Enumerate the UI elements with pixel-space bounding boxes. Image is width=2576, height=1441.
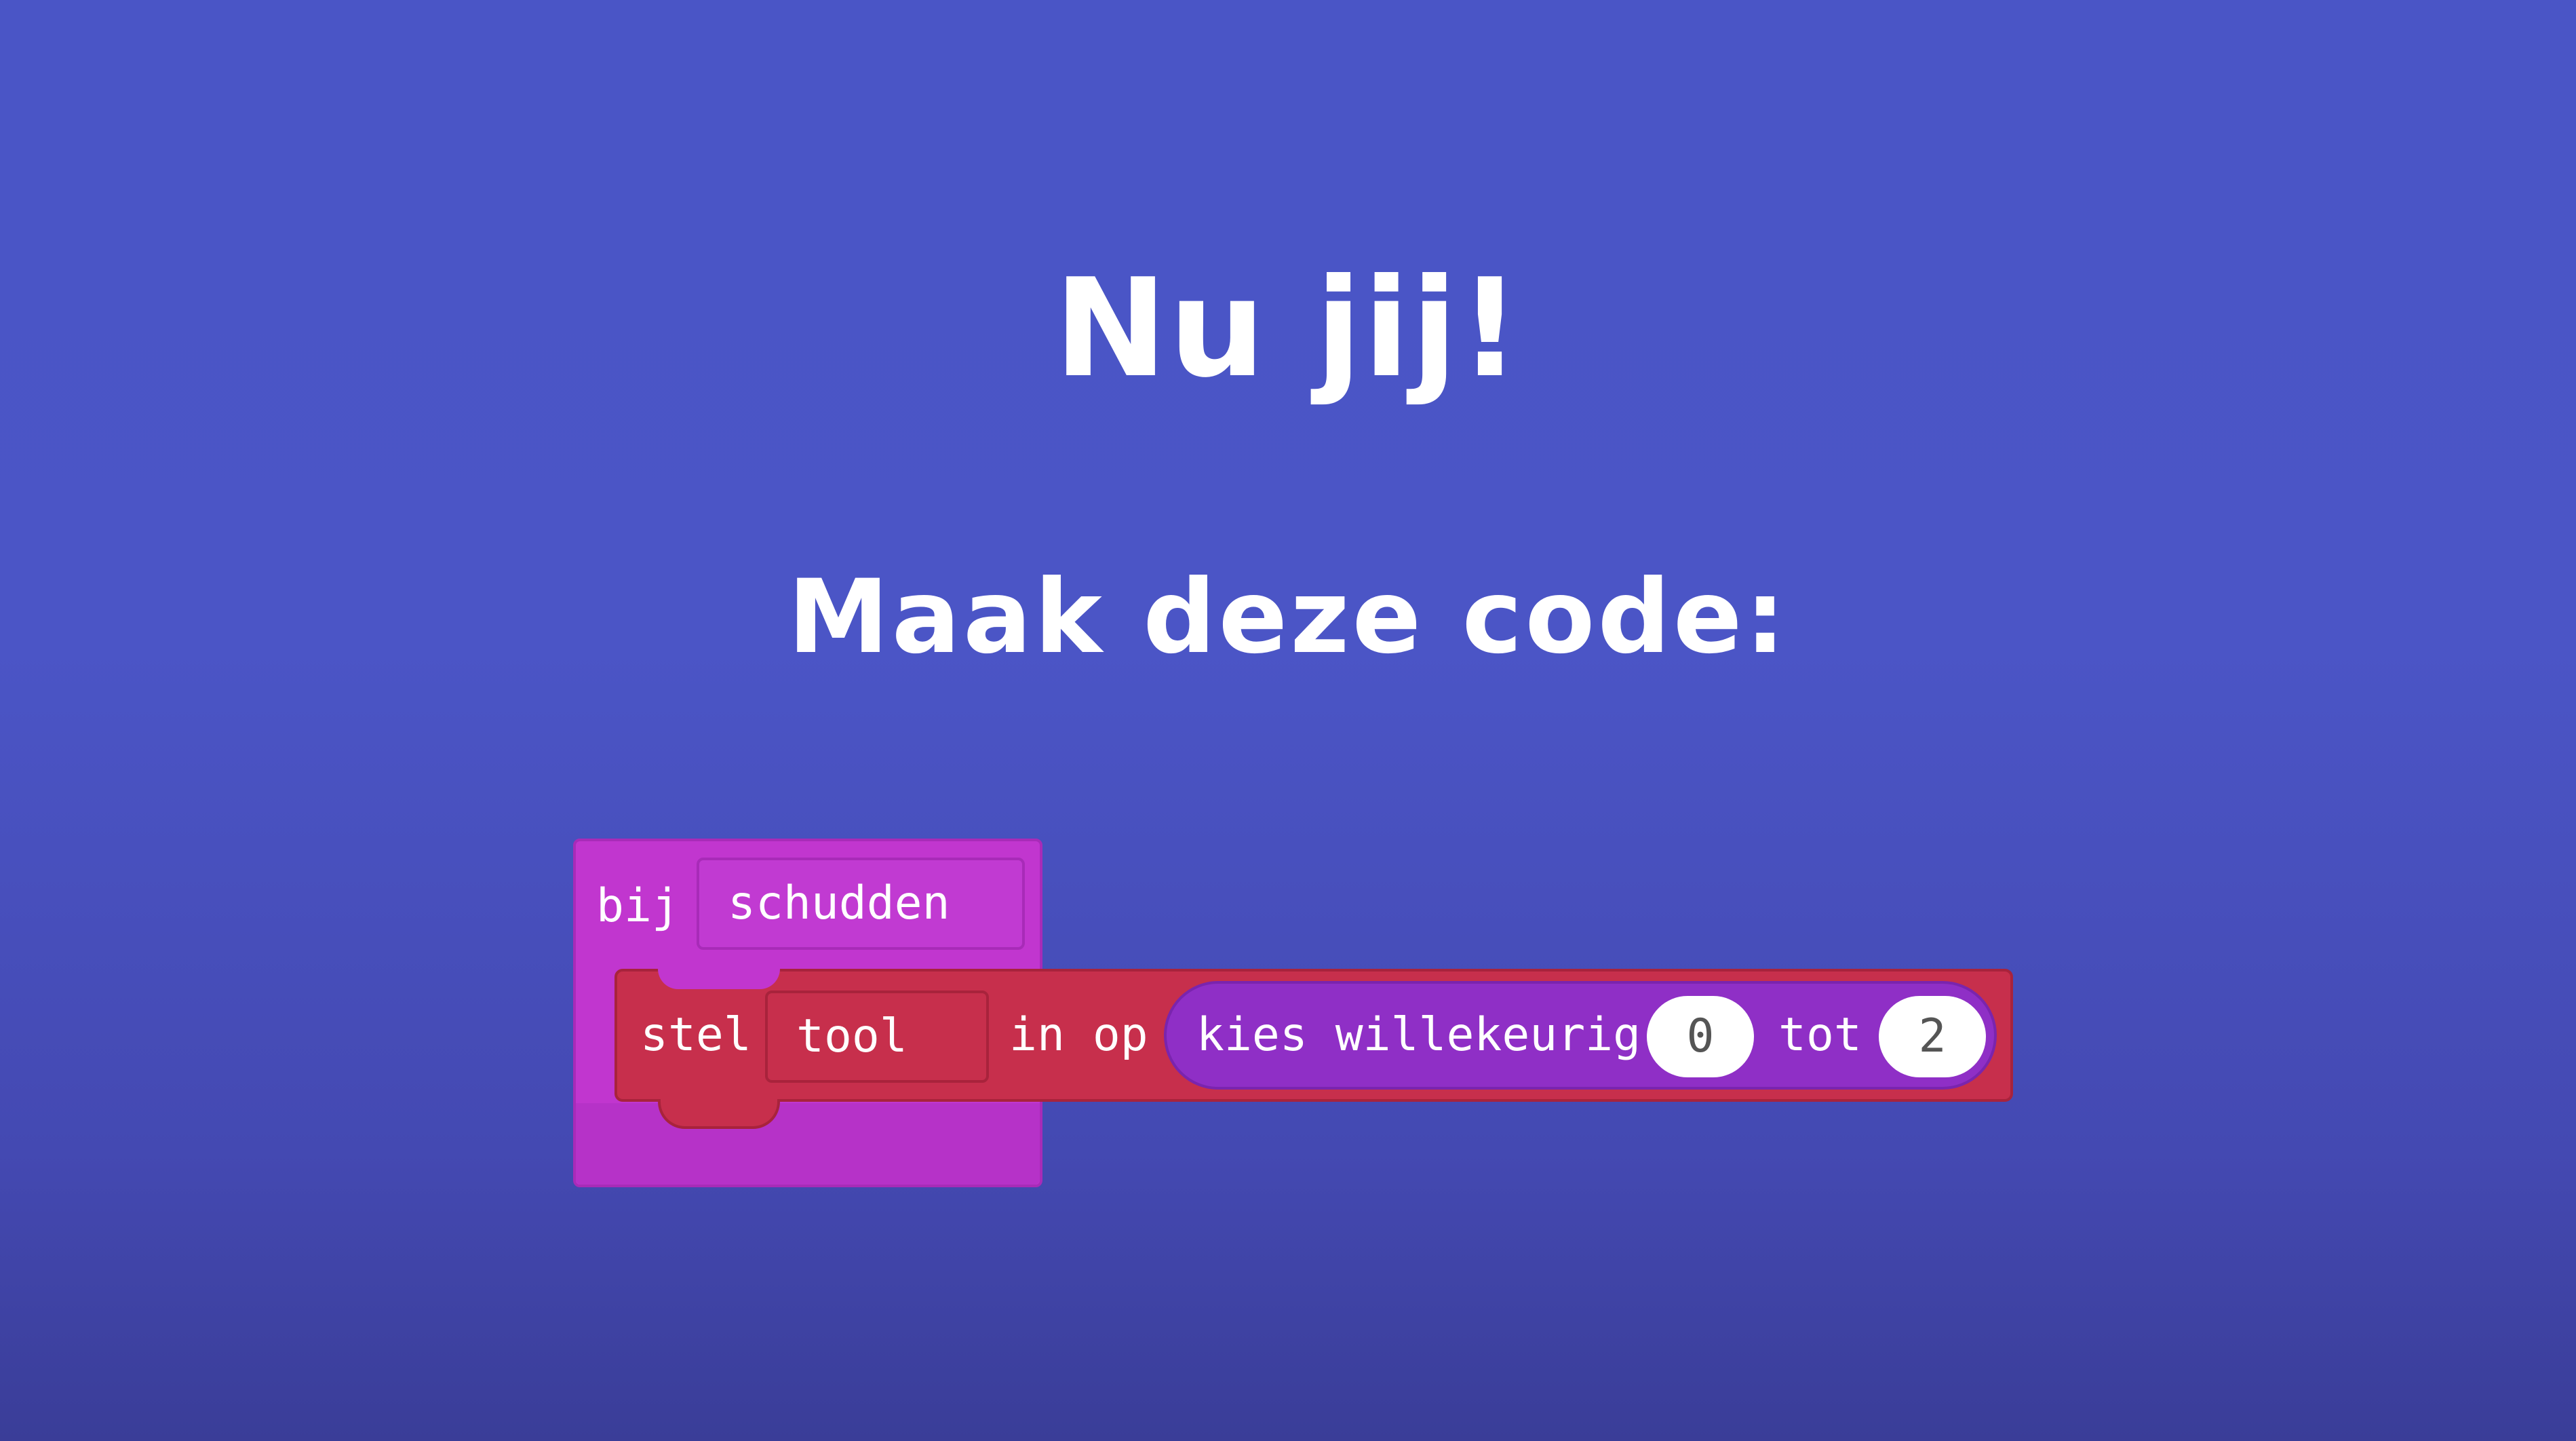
variable-dropdown[interactable]: tool [765,991,989,1083]
random-to-input[interactable]: 2 [1879,996,1986,1077]
block-connector-top [658,969,780,989]
set-label: stel [640,1008,752,1062]
slide: { "slide": { "title": "Nu jij!", "subtit… [0,0,2576,1441]
random-to-label: tot [1778,1008,1862,1062]
set-variable-block[interactable]: stel tool in op kies willekeurig 0 tot 2 [614,969,2013,1129]
pick-random-block[interactable]: kies willekeurig 0 tot 2 [1164,981,1997,1090]
event-label: bij [596,879,680,933]
slide-title: Nu jij! [1053,250,1523,408]
event-block-bottom [576,1103,1040,1185]
block-connector-bottom [658,1099,780,1129]
pick-random-label: kies willekeurig [1196,1008,1641,1062]
slide-subtitle: Maak deze code: [787,558,1789,676]
gesture-dropdown[interactable]: schudden [697,858,1025,950]
to-label: in op [1009,1008,1148,1062]
random-from-input[interactable]: 0 [1647,996,1754,1077]
